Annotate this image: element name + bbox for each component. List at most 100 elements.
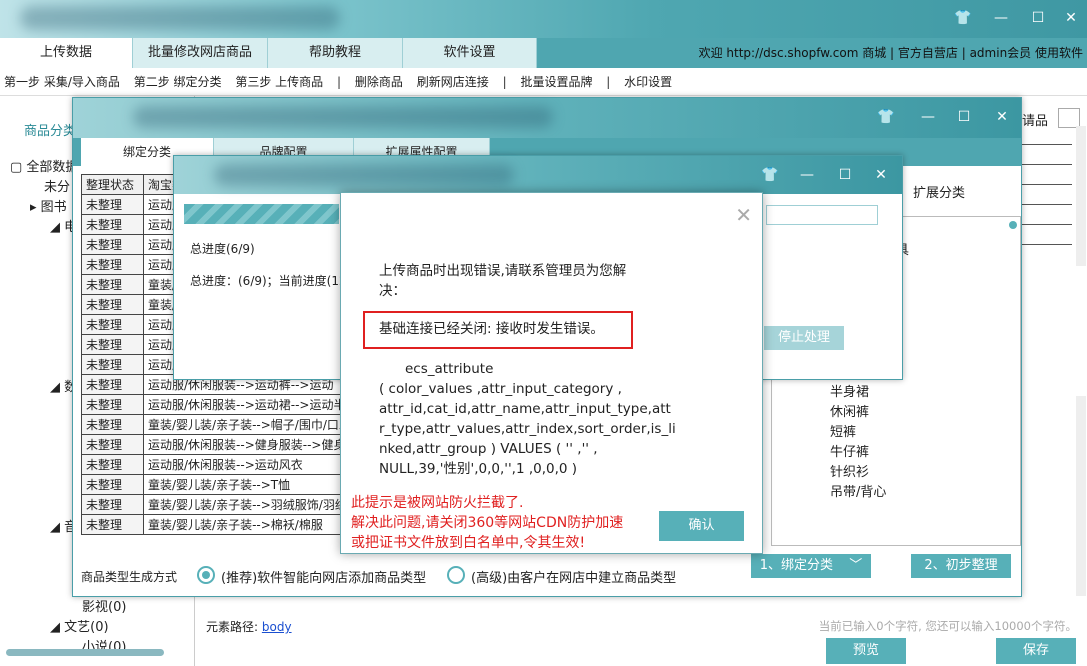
radio-recommended[interactable] (197, 566, 215, 584)
bind-category-button[interactable]: 1、绑定分类 ﹀ (751, 554, 871, 578)
category-list-item[interactable]: 针织衫 (830, 461, 869, 480)
main-toolbar: 第一步 采集/导入商品 第二步 绑定分类 第三步 上传商品 | 删除商品 刷新网… (0, 68, 1087, 96)
table-row[interactable]: 未整理 童装/婴儿装/亲子装-->T恤 (81, 474, 344, 495)
tab-upload-data[interactable]: 上传数据 (0, 38, 133, 68)
toolbar-separator: | (606, 75, 611, 89)
tree-hscrollbar[interactable] (6, 649, 164, 656)
element-path-label: 元素路径: (206, 620, 259, 634)
right-strip-grid (1022, 134, 1072, 264)
table-row[interactable]: 未整理 运动服/休闲服装-->健身服装-->健身 (81, 434, 344, 455)
table-row[interactable]: 未整理 童装/婴儿装/亲子装-->羽绒服饰/羽绒 (81, 494, 344, 515)
right-strip-box (1058, 108, 1080, 128)
minimize-button[interactable]: — (796, 165, 818, 185)
error-intro: 上传商品时出现错误,请联系管理员为您解 决： (379, 261, 626, 301)
shirt-icon[interactable]: 👕 (952, 8, 974, 28)
total-progress: 总进度(6/9) (190, 242, 255, 256)
row-taobao-category: 运动服/休闲服装-->运动风衣 (143, 454, 344, 475)
row-taobao-category: 童装/婴儿装/亲子装-->T恤 (143, 474, 344, 495)
preview-button[interactable]: 预览 (826, 638, 906, 664)
tab-help[interactable]: 帮助教程 (268, 38, 403, 68)
category-list-item[interactable]: 休闲裤 (830, 401, 869, 420)
right-strip-scrollbar-2[interactable] (1076, 396, 1086, 596)
tab-batch-modify[interactable]: 批量修改网店商品 (133, 38, 268, 68)
row-status: 未整理 (81, 234, 144, 255)
category-list-item[interactable]: 吊带/背心 (830, 481, 886, 500)
right-strip: 请品 (1022, 96, 1087, 666)
close-button[interactable]: ✕ (991, 107, 1013, 127)
blurred-title (133, 106, 553, 128)
category-list-item[interactable]: 短裤 (830, 421, 856, 440)
firewall-notice-line: 解决此问题,请关闭360等网站CDN防护加速 (351, 515, 624, 531)
close-button[interactable]: ✕ (870, 165, 892, 185)
close-button[interactable]: ✕ (1060, 8, 1082, 28)
progress-field (766, 205, 878, 225)
minimize-button[interactable]: — (917, 107, 939, 127)
chevron-down-icon: ﹀ (849, 558, 863, 573)
error-intro-line1: 上传商品时出现错误,请联系管理员为您解 (379, 263, 627, 279)
element-path-link[interactable]: body (262, 620, 292, 634)
tree-item-all[interactable]: ▢ 全部数据 (10, 156, 78, 175)
radio-advanced[interactable] (447, 566, 465, 584)
row-status: 未整理 (81, 294, 144, 315)
shirt-icon[interactable]: 👕 (875, 107, 897, 127)
blurred-title (20, 6, 340, 30)
confirm-button[interactable]: 确认 (659, 511, 744, 541)
row-status: 未整理 (81, 414, 144, 435)
tree-item-uncategorized[interactable]: 未分 (44, 176, 70, 195)
row-taobao-category: 童装/婴儿装/亲子装-->羽绒服饰/羽绒 (143, 494, 344, 515)
row-status: 未整理 (81, 354, 144, 375)
shirt-icon[interactable]: 👕 (759, 165, 781, 185)
toolbar-separator: | (337, 75, 342, 89)
bind-category-label: 1、绑定分类 (759, 558, 834, 573)
radio-recommended-label: (推荐)软件智能向网店添加商品类型 (221, 571, 427, 586)
table-row[interactable]: 未整理 运动服/休闲服装-->运动风衣 (81, 454, 344, 475)
row-status: 未整理 (81, 474, 144, 495)
toolbar-separator: | (502, 75, 507, 89)
main-tabbar: 上传数据 批量修改网店商品 帮助教程 软件设置 欢迎 http://dsc.sh… (0, 38, 1087, 68)
welcome-text: 欢迎 http://dsc.shopfw.com 商城 | 官方自营店 | ad… (698, 46, 1083, 60)
watermark-button[interactable]: 水印设置 (624, 75, 672, 89)
table-row[interactable]: 未整理 运动服/休闲服装-->运动裙-->运动半 (81, 394, 344, 415)
category-tab[interactable]: 商品分类 (24, 120, 76, 139)
row-status: 未整理 (81, 254, 144, 275)
error-sql-line: nked,attr_group ) VALUES ( '' ,'' , (379, 441, 598, 457)
row-status: 未整理 (81, 274, 144, 295)
initial-arrange-button[interactable]: 2、初步整理 (911, 554, 1011, 578)
tree-item-video[interactable]: 影视(0) (82, 596, 126, 615)
element-path: 元素路径: body (206, 618, 292, 635)
table-row[interactable]: 未整理 童装/婴儿装/亲子装-->棉袄/棉服 (81, 514, 344, 535)
firewall-notice-line: 此提示是被网站防火拦截了. (351, 495, 524, 511)
category-list-item[interactable]: 牛仔裤 (830, 441, 869, 460)
progress-detail: 总进度：(6/9)；当前进度(12 (190, 274, 347, 288)
maximize-button[interactable]: ☐ (953, 107, 975, 127)
tree-item-literature[interactable]: ◢ 文艺(0) (50, 616, 109, 635)
row-taobao-category: 运动服/休闲服装-->运动裙-->运动半 (143, 394, 344, 415)
tree-item-books[interactable]: ▸ 图书 (30, 196, 67, 215)
step2-button[interactable]: 第二步 绑定分类 (134, 75, 222, 89)
save-button[interactable]: 保存 (996, 638, 1076, 664)
refresh-connection-button[interactable]: 刷新网店连接 (417, 75, 489, 89)
right-strip-scrollbar[interactable] (1076, 126, 1086, 266)
delete-goods-button[interactable]: 删除商品 (355, 75, 403, 89)
error-sql-line: ecs_attribute (405, 361, 494, 377)
row-taobao-category: 运动服/休闲服装-->健身服装-->健身 (143, 434, 344, 455)
step3-button[interactable]: 第三步 上传商品 (235, 75, 323, 89)
batch-brand-button[interactable]: 批量设置品牌 (520, 75, 592, 89)
stop-button[interactable]: 停止处理 (764, 326, 844, 350)
row-status: 未整理 (81, 494, 144, 515)
radio-advanced-label: (高级)由客户在网店中建立商品类型 (471, 571, 677, 586)
ext-category-tab[interactable]: 扩展分类 (913, 182, 965, 201)
row-status: 未整理 (81, 374, 144, 395)
minimize-button[interactable]: — (990, 8, 1012, 28)
category-list-item[interactable]: 半身裙 (830, 381, 869, 400)
table-row[interactable]: 未整理 童装/婴儿装/亲子装-->帽子/围巾/口罩 (81, 414, 344, 435)
error-sql-line: attr_id,cat_id,attr_name,attr_input_type… (379, 401, 671, 417)
close-icon[interactable]: ✕ (735, 203, 752, 227)
right-strip-label: 请品 (1022, 114, 1049, 129)
maximize-button[interactable]: ☐ (1027, 8, 1049, 28)
tab-settings[interactable]: 软件设置 (403, 38, 537, 68)
step1-button[interactable]: 第一步 采集/导入商品 (4, 75, 120, 89)
maximize-button[interactable]: ☐ (834, 165, 856, 185)
error-message: 基础连接已经关闭: 接收时发生错误。 (379, 321, 604, 337)
row-status: 未整理 (81, 334, 144, 355)
